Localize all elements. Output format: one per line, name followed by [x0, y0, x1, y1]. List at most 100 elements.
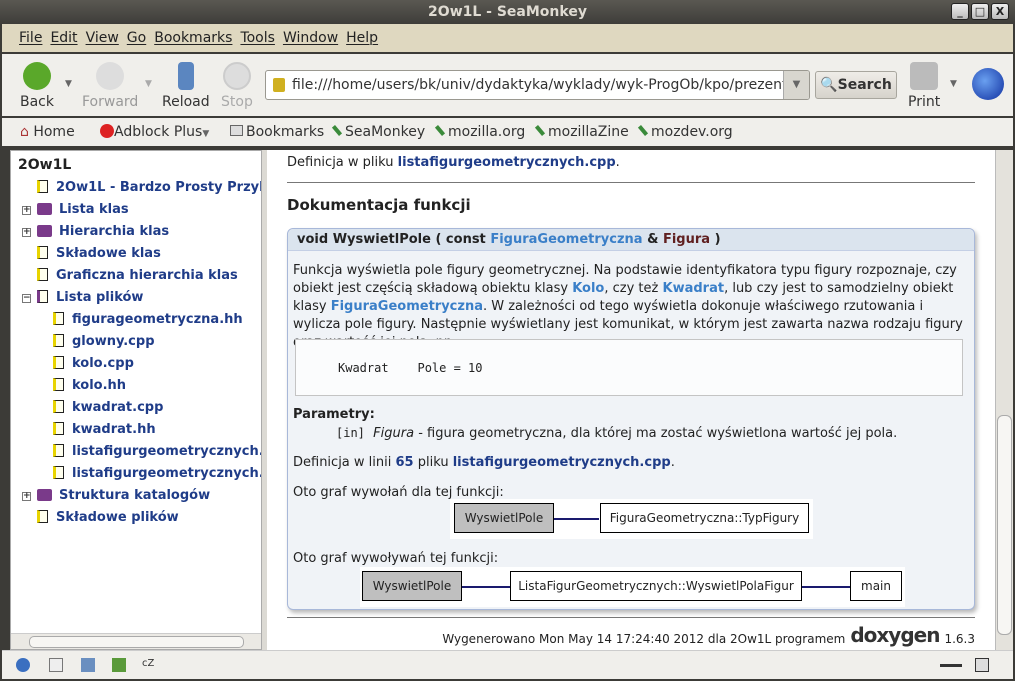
content-vertical-scrollbar[interactable] [995, 150, 1013, 650]
seamonkey-logo-icon[interactable] [972, 68, 1004, 100]
bookmark-seamonkey[interactable]: SeaMonkey [331, 118, 425, 146]
menu-edit[interactable]: Edit [50, 30, 77, 46]
print-label: Print [908, 94, 941, 110]
doxygen-logo[interactable]: doxygen [850, 624, 940, 646]
back-dropdown-icon[interactable]: ▼ [65, 79, 72, 89]
sidebar-item[interactable]: + Lista klas [22, 199, 261, 221]
text: Definicja w linii [293, 455, 396, 470]
graph-node[interactable]: ListaFigurGeometrycznych::WyswietlPolaFi… [510, 571, 802, 601]
graph-node[interactable]: WyswietlPole [362, 571, 462, 601]
sidebar-horizontal-scrollbar[interactable] [11, 633, 261, 649]
minimize-button[interactable]: _ [951, 3, 969, 20]
bookmark-label: Home [33, 124, 75, 140]
expand-icon[interactable]: + [22, 228, 31, 237]
back-button[interactable]: Back [20, 62, 54, 110]
url-input[interactable]: file:///home/users/bk/univ/dydaktyka/wyk… [265, 70, 810, 100]
sidebar-item[interactable]: kwadrat.hh [37, 419, 261, 441]
menu-tools[interactable]: Tools [240, 30, 275, 46]
bookmark-mozillazine[interactable]: mozillaZine [534, 118, 629, 146]
book-icon [37, 225, 52, 237]
back-arrow-icon [23, 62, 51, 90]
sidebar-item[interactable]: Graficzna hierarchia klas [37, 265, 261, 287]
print-dropdown-icon[interactable]: ▼ [950, 79, 957, 89]
collapse-icon[interactable]: − [22, 294, 31, 303]
bookmark-mozdev-org[interactable]: mozdev.org [637, 118, 733, 146]
online-status-icon[interactable] [940, 664, 962, 667]
scrollbar-thumb[interactable] [29, 636, 244, 648]
bookmark-mozilla-org[interactable]: mozilla.org [434, 118, 525, 146]
sidebar-item[interactable]: glowny.cpp [37, 331, 261, 353]
figura-link[interactable]: FiguraGeometryczna [331, 299, 483, 314]
doc-icon [53, 400, 64, 413]
sidebar-item[interactable]: kolo.hh [37, 375, 261, 397]
menu-bookmarks[interactable]: Bookmarks [154, 30, 232, 46]
sidebar-item-label: Lista klas [59, 202, 129, 217]
sidebar-item[interactable]: − Lista plików [22, 287, 261, 309]
kolo-link[interactable]: Kolo [572, 281, 604, 296]
sidebar-item[interactable]: Składowe plików [37, 507, 261, 529]
abp-icon [100, 124, 114, 138]
sidebar-item-label: Lista plików [56, 290, 144, 305]
search-button[interactable]: 🔍Search [815, 71, 897, 99]
sidebar-item[interactable]: + Hierarchia klas [22, 221, 261, 243]
tree-root[interactable]: 2Ow1L [18, 157, 71, 173]
version: 1.6.3 [944, 632, 975, 646]
composer-icon[interactable] [81, 658, 95, 672]
forward-dropdown-icon[interactable]: ▼ [145, 79, 152, 89]
file-link[interactable]: listafigurgeometrycznych.cpp [398, 155, 616, 170]
doc-icon [53, 422, 64, 435]
graph-node[interactable]: WyswietlPole [454, 503, 554, 533]
menu-file[interactable]: File [19, 30, 42, 46]
text: . [615, 155, 620, 170]
sidebar-item[interactable]: kolo.cpp [37, 353, 261, 375]
sidebar-item-label: listafigurgeometrycznych.hh [72, 466, 262, 481]
graph-node[interactable]: FiguraGeometryczna::TypFigury [600, 503, 809, 533]
maximize-button[interactable]: □ [971, 3, 989, 20]
bookmark-adblock-plus[interactable]: Adblock Plus▼ [100, 118, 209, 148]
graph-arrow [554, 518, 599, 520]
navigator-icon[interactable] [16, 658, 30, 672]
mail-icon[interactable] [49, 658, 63, 672]
forward-button[interactable]: Forward [82, 62, 138, 110]
addressbook-icon[interactable] [112, 658, 126, 672]
doc-icon [53, 312, 64, 325]
expand-icon[interactable]: + [22, 206, 31, 215]
sidebar-item-label: 2Ow1L - Bardzo Prosty Przykład [56, 180, 261, 195]
kwadrat-link[interactable]: Kwadrat [663, 281, 725, 296]
sidebar-item[interactable]: + Struktura katalogów [22, 485, 261, 507]
close-button[interactable]: X [991, 3, 1009, 20]
expand-icon[interactable]: + [22, 492, 31, 501]
magnifier-icon: 🔍 [820, 77, 838, 93]
menu-help[interactable]: Help [346, 30, 378, 46]
sidebar-item[interactable]: kwadrat.cpp [37, 397, 261, 419]
bookmark-bookmarks[interactable]: Bookmarks [230, 118, 324, 146]
url-dropdown-button[interactable]: ▼ [783, 71, 809, 99]
irc-icon[interactable]: cZ [142, 658, 156, 672]
reload-label: Reload [162, 94, 210, 110]
sidebar-item-label: Graficzna hierarchia klas [56, 268, 238, 283]
sidebar-item[interactable]: listafigurgeometrycznych.hh [37, 463, 262, 485]
section-heading: Dokumentacja funkcji [287, 196, 471, 214]
call-graph-title: Oto graf wywołań dla tej funkcji: [293, 485, 504, 500]
line-link[interactable]: 65 [396, 455, 414, 470]
reload-button[interactable]: Reload [162, 62, 210, 110]
bookmark-home[interactable]: ⌂ Home [20, 118, 75, 146]
scrollbar-thumb[interactable] [997, 415, 1012, 635]
menu-go[interactable]: Go [127, 30, 146, 46]
forward-arrow-icon [96, 62, 125, 90]
sidebar-item[interactable]: Składowe klas [37, 243, 261, 265]
print-button[interactable]: Print [908, 62, 940, 110]
stop-button[interactable]: Stop [221, 62, 253, 110]
text: Definicja w pliku [287, 155, 398, 170]
menu-view[interactable]: View [86, 30, 119, 46]
menu-window[interactable]: Window [283, 30, 338, 46]
caller-graph-title: Oto graf wywoływań tej funkcji: [293, 551, 499, 566]
unlocked-padlock-icon[interactable] [975, 658, 989, 672]
sidebar-item[interactable]: listafigurgeometrycznych.cpp [37, 441, 261, 463]
sidebar-item[interactable]: figurageometryczna.hh [37, 309, 261, 331]
file-link[interactable]: listafigurgeometrycznych.cpp [453, 455, 671, 470]
graph-node[interactable]: main [850, 571, 902, 601]
function-prototype: void WyswietlPole ( const FiguraGeometry… [288, 229, 974, 251]
sidebar-item[interactable]: 2Ow1L - Bardzo Prosty Przykład [37, 177, 261, 199]
type-link[interactable]: FiguraGeometryczna [490, 232, 642, 247]
